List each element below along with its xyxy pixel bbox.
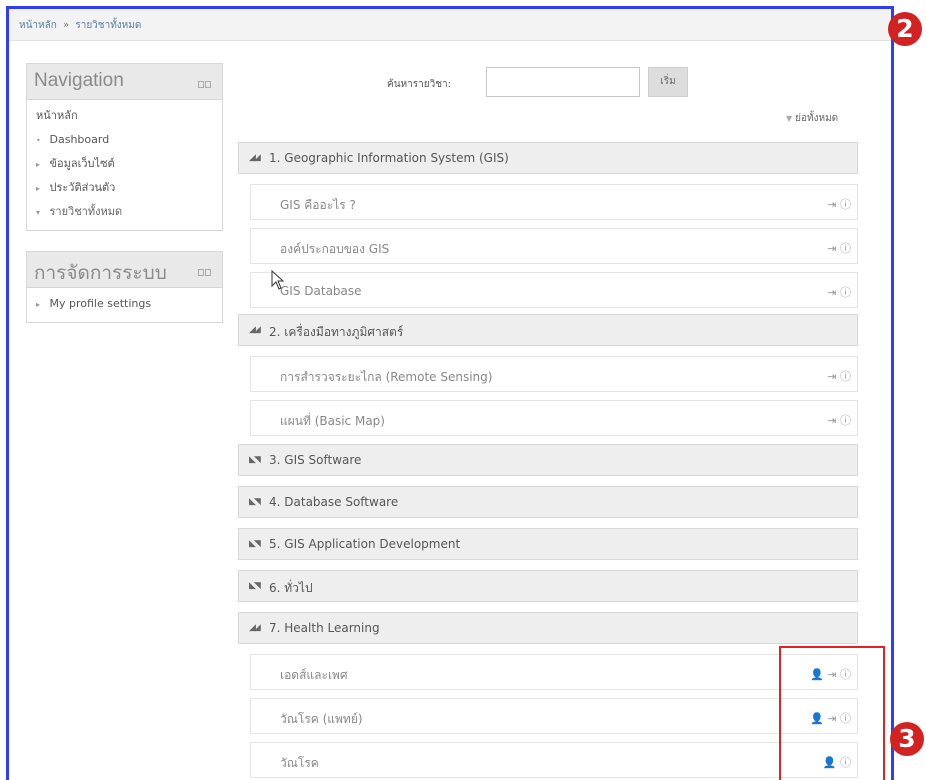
administration-block-header: การจัดการระบบ [27, 252, 222, 288]
activity-icons[interactable]: ⇥ ⓘ [827, 368, 851, 384]
expanded-arrows-icon: ◢◢ [249, 325, 261, 335]
block-dock-icon[interactable] [198, 77, 214, 88]
section-header[interactable]: ◢◢ 7. Health Learning [238, 612, 858, 644]
nav-item-site-info[interactable]: ▸ ข้อมูลเว็บไซต์ [27, 152, 222, 176]
nav-item-label: My profile settings [49, 297, 152, 310]
activity-name[interactable]: เอดส์และเพศ [280, 666, 348, 685]
collapse-triangle-icon: ▼ [786, 114, 793, 123]
nav-item-label: ประวัติส่วนตัว [49, 181, 116, 194]
section-title: 7. Health Learning [269, 621, 380, 635]
section-header[interactable]: ◣◥ 3. GIS Software [238, 444, 858, 476]
section-header[interactable]: ◣◥ 4. Database Software [238, 486, 858, 518]
section-header[interactable]: ◣◥ 5. GIS Application Development [238, 528, 858, 560]
nav-item-home[interactable]: หน้าหลัก [27, 104, 222, 128]
collapse-all-label: ย่อทั้งหมด [795, 113, 839, 124]
collapsed-arrows-icon: ◣◥ [249, 539, 261, 549]
collapsed-arrow-icon: ▸ [36, 160, 41, 169]
activity-row[interactable]: เอดส์และเพศ 👤 ⇥ ⓘ [250, 654, 858, 690]
activity-name[interactable]: องค์ประกอบของ GIS [280, 240, 389, 259]
activity-icons[interactable]: ⇥ ⓘ [827, 284, 851, 300]
section-title: 4. Database Software [269, 495, 399, 509]
section-title: 3. GIS Software [269, 453, 362, 467]
navigation-title: Navigation [34, 70, 124, 91]
activity-name[interactable]: GIS Database [280, 284, 362, 298]
collapsed-arrows-icon: ◣◥ [249, 581, 261, 591]
section-header[interactable]: ◢◢ 1. Geographic Information System (GIS… [238, 142, 858, 174]
activity-row[interactable]: วัณโรค 👤 ⓘ [250, 742, 858, 778]
activity-row[interactable]: วัณโรค (แพทย์) 👤 ⇥ ⓘ [250, 698, 858, 734]
search-button[interactable]: เริ่ม [648, 67, 688, 97]
nav-item-my-profile-settings[interactable]: ▸ My profile settings [27, 292, 222, 316]
activity-name[interactable]: วัณโรค [280, 754, 319, 773]
nav-item-label: หน้าหลัก [36, 109, 78, 122]
collapse-all-link[interactable]: ▼ ย่อทั้งหมด [786, 111, 838, 126]
collapsed-arrow-icon: ▸ [36, 184, 41, 193]
breadcrumb: หน้าหลัก » รายวิชาทั้งหมด [9, 9, 891, 41]
activity-icons[interactable]: ⇥ ⓘ [827, 412, 851, 428]
section-title: 1. Geographic Information System (GIS) [269, 151, 509, 165]
breadcrumb-current[interactable]: รายวิชาทั้งหมด [75, 20, 141, 31]
activity-name[interactable]: การสำรวจระยะไกล (Remote Sensing) [280, 368, 492, 387]
activity-row[interactable]: แผนที่ (Basic Map) ⇥ ⓘ [250, 400, 858, 436]
section-header[interactable]: ◣◥ 6. ทั่วไป [238, 570, 858, 602]
nav-item-label: รายวิชาทั้งหมด [49, 205, 123, 218]
collapsed-arrow-icon: ▸ [36, 300, 41, 309]
activity-row[interactable]: การสำรวจระยะไกล (Remote Sensing) ⇥ ⓘ [250, 356, 858, 392]
activity-name[interactable]: แผนที่ (Basic Map) [280, 412, 385, 431]
administration-block: การจัดการระบบ ▸ My profile settings [26, 251, 223, 323]
activity-row[interactable]: องค์ประกอบของ GIS ⇥ ⓘ [250, 228, 858, 264]
nav-item-dashboard[interactable]: • Dashboard [27, 128, 222, 152]
collapsed-arrows-icon: ◣◥ [249, 497, 261, 507]
activity-icons[interactable]: ⇥ ⓘ [827, 240, 851, 256]
nav-item-label: Dashboard [49, 133, 110, 146]
expanded-arrows-icon: ◢◢ [249, 623, 261, 633]
annotation-marker-3: 3 [890, 722, 924, 756]
collapsed-arrows-icon: ◣◥ [249, 455, 261, 465]
search-label: ค้นหารายวิชา: [387, 79, 451, 90]
activity-name[interactable]: วัณโรค (แพทย์) [280, 710, 363, 729]
breadcrumb-home-link[interactable]: หน้าหลัก [19, 20, 57, 31]
bullet-icon: • [36, 136, 41, 145]
activity-row[interactable]: GIS Database ⇥ ⓘ [250, 272, 858, 308]
search-input[interactable] [486, 67, 640, 97]
section-title: 2. เครื่องมือทางภูมิศาสตร์ [269, 325, 404, 339]
activity-name[interactable]: GIS คืออะไร ? [280, 196, 356, 215]
activity-row[interactable]: GIS คืออะไร ? ⇥ ⓘ [250, 184, 858, 220]
section-header[interactable]: ◢◢ 2. เครื่องมือทางภูมิศาสตร์ [238, 314, 858, 346]
administration-list: ▸ My profile settings [27, 288, 222, 322]
navigation-block-header: Navigation [27, 64, 222, 100]
highlight-box [779, 646, 885, 780]
section-title: 5. GIS Application Development [269, 537, 461, 551]
navigation-list: หน้าหลัก • Dashboard ▸ ข้อมูลเว็บไซต์ ▸ … [27, 100, 222, 230]
navigation-block: Navigation หน้าหลัก • Dashboard ▸ ข้อมูล… [26, 63, 223, 231]
annotation-marker-2: 2 [888, 12, 922, 46]
block-dock-icon[interactable] [198, 265, 214, 276]
nav-item-all-courses[interactable]: ▾ รายวิชาทั้งหมด [27, 200, 222, 224]
activity-icons[interactable]: ⇥ ⓘ [827, 196, 851, 212]
mouse-cursor-icon [271, 270, 285, 290]
section-title: 6. ทั่วไป [269, 581, 313, 595]
nav-item-profile[interactable]: ▸ ประวัติส่วนตัว [27, 176, 222, 200]
nav-item-label: ข้อมูลเว็บไซต์ [49, 157, 115, 170]
expanded-arrow-icon: ▾ [36, 208, 41, 217]
administration-title: การจัดการระบบ [34, 263, 167, 284]
breadcrumb-separator: » [63, 20, 70, 31]
expanded-arrows-icon: ◢◢ [249, 153, 261, 163]
